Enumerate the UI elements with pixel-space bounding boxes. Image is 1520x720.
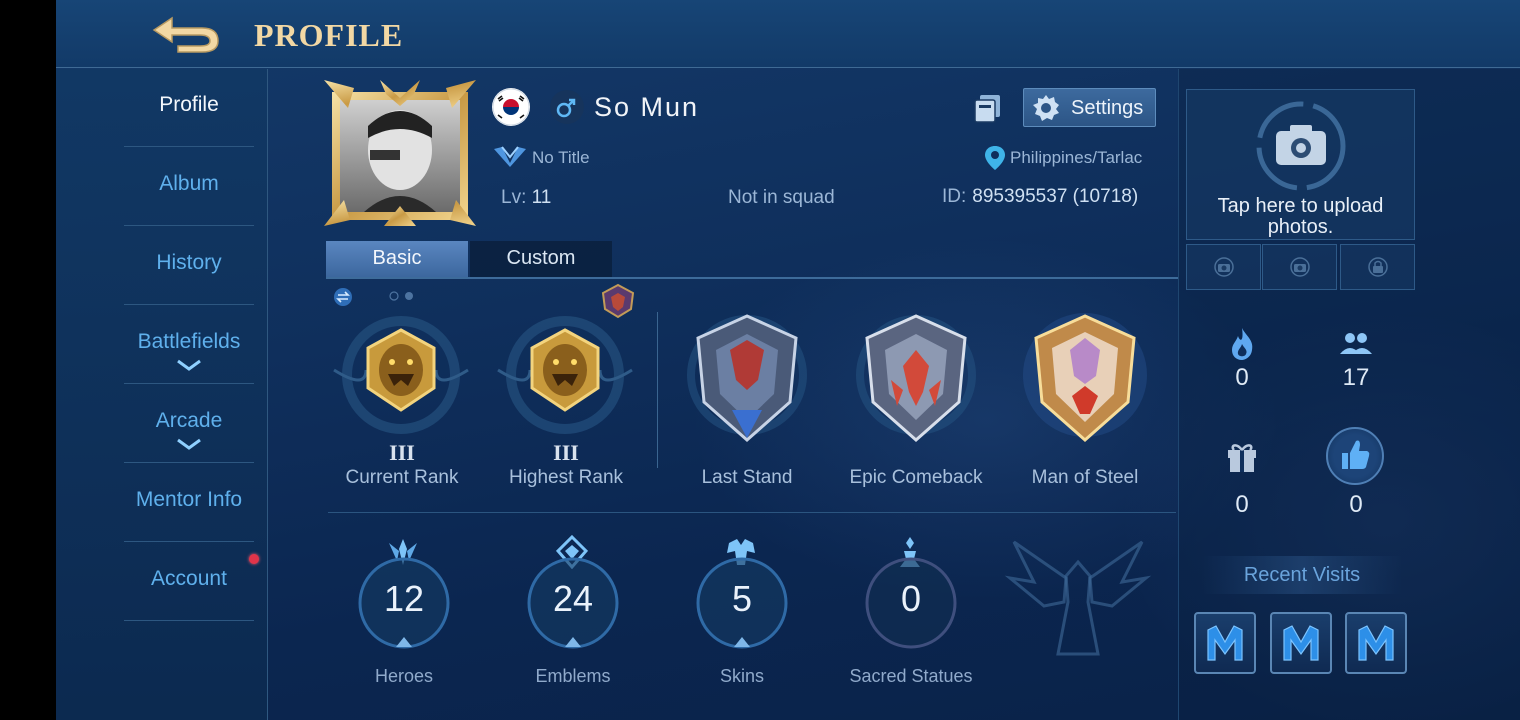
epic-comeback-label: Epic Comeback [849,467,983,488]
current-rank-tier: III [389,440,415,465]
sidebar-item-battlefields[interactable]: Battlefields [124,306,254,384]
settings-label: Settings [1071,97,1144,119]
sidebar-item-account[interactable]: Account [124,543,254,621]
ml-logo-icon [1207,625,1243,661]
man-of-steel-label: Man of Steel [1031,467,1139,488]
squad-status: Not in squad [728,187,835,208]
back-button[interactable] [148,10,224,56]
camera-icon [1290,257,1310,277]
player-id: ID: 895395537 (10718) [942,186,1138,208]
sidebar-item-label: History [156,251,222,274]
skins-count: 5 [731,578,753,619]
tabs-divider [326,277,1178,279]
statues-count: 0 [900,578,922,619]
popularity-count: 0 [1235,364,1249,391]
wings-emblem-icon [1004,540,1152,656]
sidebar-item-profile[interactable]: Profile [124,69,254,147]
sidebar-item-arcade[interactable]: Arcade [124,385,254,463]
player-level: Lv: 11 [501,187,551,209]
like-button[interactable] [1326,427,1384,485]
chevron-down-icon [177,438,201,450]
statues-label: Sacred Statues [849,666,973,686]
sidebar-item-label: Battlefields [137,330,241,353]
recent-visits-title: Recent Visits [1243,564,1361,586]
copy-button[interactable] [971,91,1005,125]
profile-screen: PROFILE Profile Album History Battlefiel… [56,0,1520,720]
page-dots [389,291,413,301]
flame-icon [1232,328,1253,360]
last-stand-badge[interactable] [672,310,822,450]
gear-icon [1033,95,1059,121]
epic-comeback-badge[interactable] [841,310,991,450]
photo-slot-1[interactable] [1186,244,1261,290]
sidebar-item-label: Profile [159,93,219,116]
page-title: PROFILE [254,17,404,53]
ml-logo-icon [1358,625,1394,661]
player-name: So Mun [594,92,700,122]
sidebar-item-history[interactable]: History [124,227,254,305]
chevron-down-icon [177,359,201,371]
swap-toggle-icon[interactable] [333,287,353,307]
sidebar-item-label: Arcade [155,409,223,432]
sidebar-item-mentor-info[interactable]: Mentor Info [124,464,254,542]
sidebar-item-label: Account [151,567,227,590]
id-value: 895395537 (10718) [972,186,1139,207]
id-label: ID: [942,186,967,207]
camera-icon [1214,257,1234,277]
avatar[interactable] [324,80,476,226]
recent-visitor-1[interactable] [1194,612,1256,674]
lock-icon [1368,257,1388,277]
heroes-label: Heroes [374,666,434,686]
title-emblem-icon [494,146,526,167]
followers-icon [1340,333,1372,354]
player-title: No Title [532,148,590,167]
section-divider [328,512,1176,513]
player-location: Philippines/Tarlac [1010,148,1143,167]
recent-visitor-3[interactable] [1345,612,1407,674]
emblems-label: Emblems [535,666,611,686]
back-arrow-icon [152,16,219,53]
last-stand-label: Last Stand [701,467,793,488]
ml-logo-icon [1283,625,1319,661]
highest-rank-badge[interactable] [490,310,640,450]
upload-hint: Tap here to upload photos. [1217,195,1384,238]
cards-icon [974,95,1000,123]
sidebar-item-label: Album [159,172,219,195]
top-bar: PROFILE [56,0,1520,68]
current-rank-badge[interactable] [326,310,476,450]
male-icon [550,90,584,124]
settings-button[interactable]: Settings [1023,88,1156,127]
man-of-steel-badge[interactable] [1010,310,1160,450]
emblems-count: 24 [552,578,594,619]
thumbs-up-icon [1342,440,1370,469]
level-value: 11 [531,187,552,208]
highest-rank-tier: III [553,440,579,465]
location-pin-icon [985,146,1005,170]
photo-slot-locked[interactable] [1340,244,1415,290]
photo-slot-2[interactable] [1262,244,1337,290]
tab-basic[interactable]: Basic [326,241,468,277]
likes-count: 0 [1349,491,1363,518]
level-label: Lv: [501,187,527,208]
camera-icon [1256,101,1346,191]
followers-count: 17 [1342,364,1370,391]
highest-rank-label: Highest Rank [508,467,624,488]
sidebar-item-label: Mentor Info [135,488,243,511]
notification-dot [249,554,259,564]
recent-visitor-2[interactable] [1270,612,1332,674]
sidebar: Profile Album History Battlefields Arcad… [56,69,268,720]
skins-label: Skins [719,666,764,686]
tab-custom[interactable]: Custom [470,241,612,277]
gift-icon [1228,444,1256,472]
heroes-count: 12 [383,578,425,619]
south-korea-flag-icon [492,88,530,126]
rank-divider [657,312,658,468]
current-rank-label: Current Rank [345,467,459,488]
gifts-count: 0 [1235,491,1249,518]
sidebar-item-album[interactable]: Album [124,148,254,226]
